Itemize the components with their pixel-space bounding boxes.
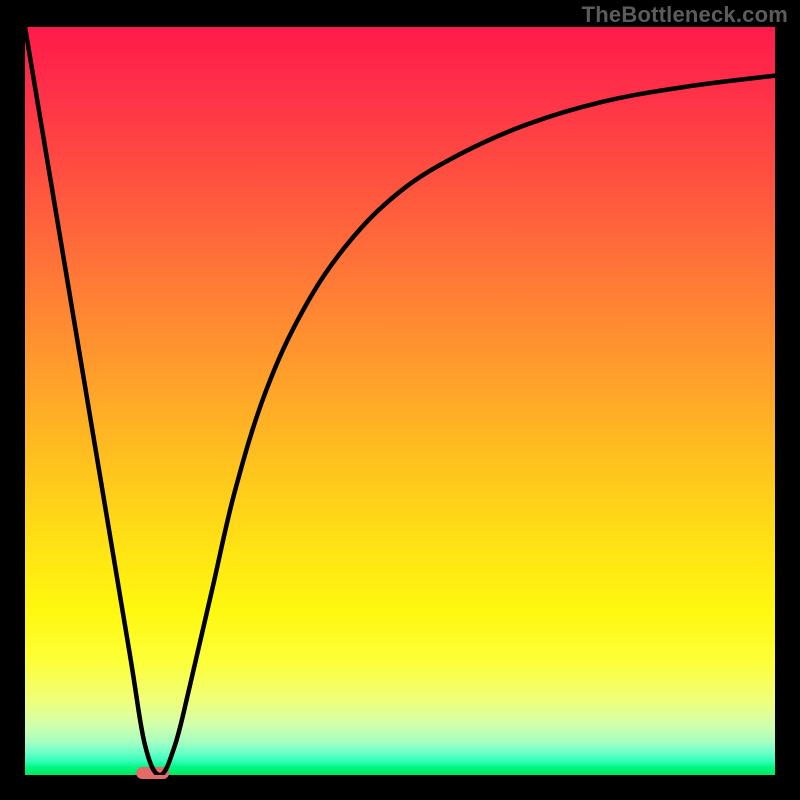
plot-area: [25, 27, 775, 775]
chart-frame: TheBottleneck.com: [0, 0, 800, 800]
curve-svg: [25, 27, 775, 775]
bottleneck-curve: [25, 27, 775, 775]
watermark-text: TheBottleneck.com: [582, 2, 788, 28]
